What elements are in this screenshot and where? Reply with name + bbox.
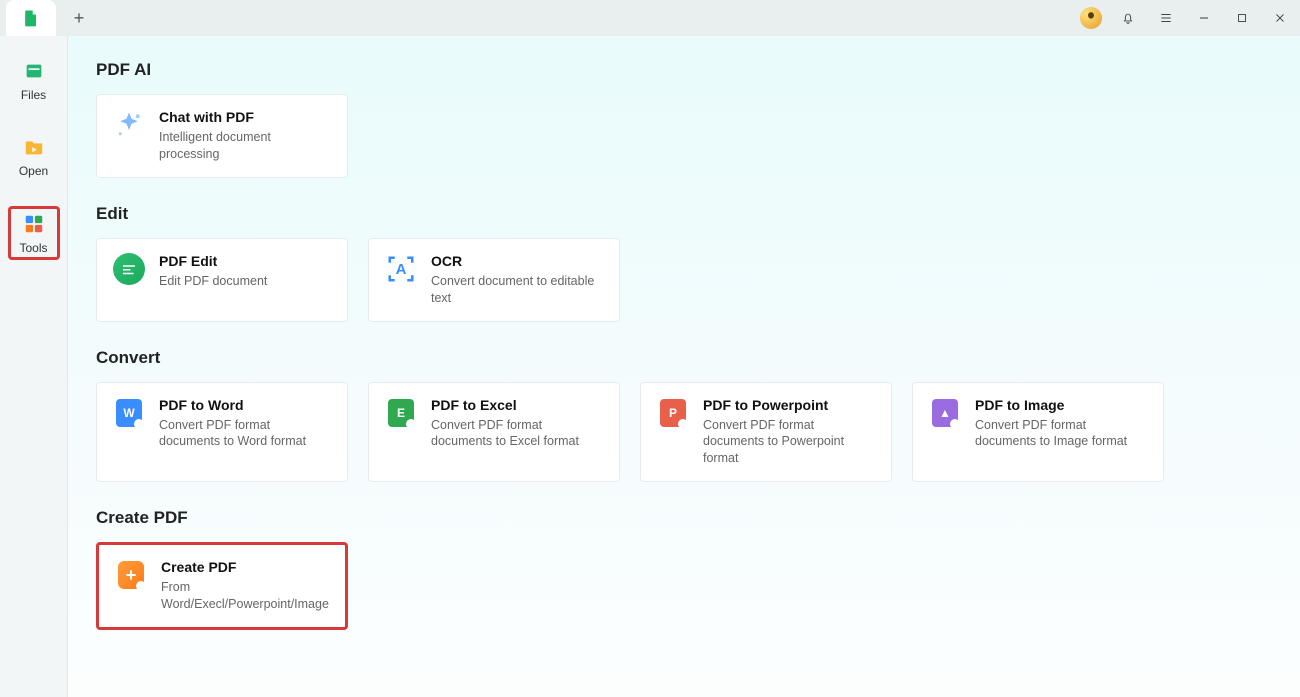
titlebar-left: + [0,0,94,36]
card-title: PDF Edit [159,253,267,269]
svg-text:A: A [396,261,407,278]
card-pdf-edit[interactable]: PDF Edit Edit PDF document [96,238,348,322]
section-pdf-ai: PDF AI Chat with PDF Intelligent documen… [96,60,1272,178]
close-button[interactable] [1268,6,1292,30]
maximize-button[interactable] [1230,6,1254,30]
plus-icon: + [74,8,85,29]
image-icon: ▲ [929,397,961,429]
card-pdf-to-powerpoint[interactable]: P PDF to Powerpoint Convert PDF format d… [640,382,892,483]
hamburger-icon [1159,11,1173,25]
card-subtitle: Convert PDF format documents to Word for… [159,417,331,451]
maximize-icon [1235,11,1249,25]
word-icon: W [113,397,145,429]
user-avatar[interactable] [1080,7,1102,29]
chat-ai-icon [113,109,145,141]
card-row: Chat with PDF Intelligent document proce… [96,94,1272,178]
section-title: Create PDF [96,508,1272,528]
card-subtitle: Intelligent document processing [159,129,331,163]
tools-icon [23,213,45,235]
body-area: Files Open Tools PDF AI [0,36,1300,697]
card-subtitle: Convert PDF format documents to Image fo… [975,417,1147,451]
section-title: Edit [96,204,1272,224]
card-pdf-to-image[interactable]: ▲ PDF to Image Convert PDF format docume… [912,382,1164,483]
pdf-edit-icon [113,253,145,285]
card-title: PDF to Word [159,397,331,413]
section-create-pdf: Create PDF Create PDF From Word/Execl/Po… [96,508,1272,630]
close-icon [1273,11,1287,25]
section-title: Convert [96,348,1272,368]
card-title: OCR [431,253,603,269]
create-pdf-icon [115,559,147,591]
open-icon [23,136,45,158]
section-edit: Edit PDF Edit Edit PDF document [96,204,1272,322]
main-content: PDF AI Chat with PDF Intelligent documen… [68,36,1300,697]
card-title: PDF to Excel [431,397,603,413]
card-title: PDF to Powerpoint [703,397,875,413]
ocr-icon: A [385,253,417,285]
card-row: PDF Edit Edit PDF document A OCR Convert… [96,238,1272,322]
new-tab-button[interactable]: + [64,3,94,33]
card-title: PDF to Image [975,397,1147,413]
card-chat-with-pdf[interactable]: Chat with PDF Intelligent document proce… [96,94,348,178]
notifications-button[interactable] [1116,6,1140,30]
titlebar-right [1080,6,1292,30]
sidebar: Files Open Tools [0,36,68,697]
card-pdf-to-word[interactable]: W PDF to Word Convert PDF format documen… [96,382,348,483]
sidebar-item-files[interactable]: Files [8,54,60,108]
card-title: Chat with PDF [159,109,331,125]
powerpoint-icon: P [657,397,689,429]
card-subtitle: Edit PDF document [159,273,267,290]
bell-icon [1121,11,1135,25]
card-subtitle: Convert PDF format documents to Excel fo… [431,417,603,451]
card-row: W PDF to Word Convert PDF format documen… [96,382,1272,483]
avatar-icon [1084,11,1098,25]
sidebar-item-label: Files [21,88,46,102]
section-title: PDF AI [96,60,1272,80]
section-convert: Convert W PDF to Word Convert PDF format… [96,348,1272,483]
card-row: Create PDF From Word/Execl/Powerpoint/Im… [96,542,1272,630]
sidebar-item-open[interactable]: Open [8,130,60,184]
excel-icon: E [385,397,417,429]
sidebar-item-tools[interactable]: Tools [8,206,60,260]
sidebar-item-label: Tools [19,241,47,255]
files-icon [23,60,45,82]
titlebar: + [0,0,1300,36]
minimize-icon [1197,11,1211,25]
card-subtitle: Convert document to editable text [431,273,603,307]
card-ocr[interactable]: A OCR Convert document to editable text [368,238,620,322]
card-pdf-to-excel[interactable]: E PDF to Excel Convert PDF format docume… [368,382,620,483]
card-subtitle: From Word/Execl/Powerpoint/Image [161,579,329,613]
app-logo-icon [21,8,41,28]
sidebar-item-label: Open [19,164,48,178]
menu-button[interactable] [1154,6,1178,30]
card-create-pdf[interactable]: Create PDF From Word/Execl/Powerpoint/Im… [96,542,348,630]
card-subtitle: Convert PDF format documents to Powerpoi… [703,417,875,468]
card-title: Create PDF [161,559,329,575]
minimize-button[interactable] [1192,6,1216,30]
app-tab[interactable] [6,0,56,36]
